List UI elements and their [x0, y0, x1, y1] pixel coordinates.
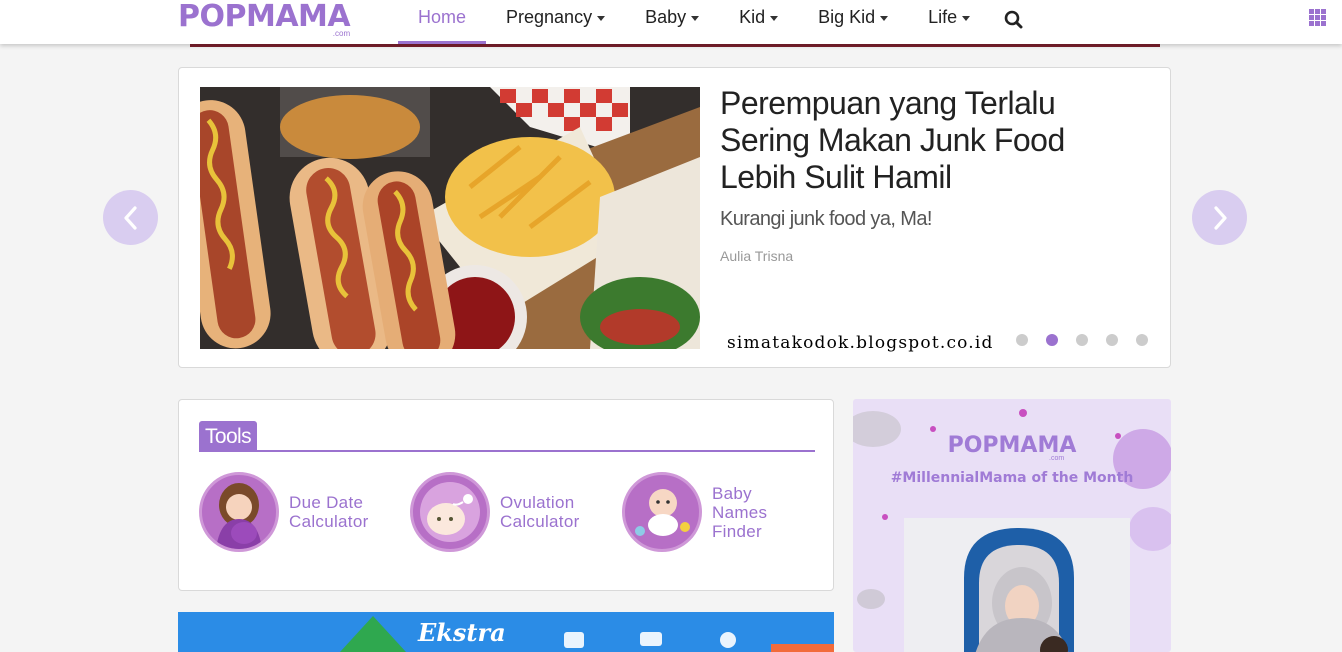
main-nav: Home Pregnancy Baby Kid Big Kid Life	[398, 0, 990, 44]
baby-icon	[622, 472, 702, 552]
caret-down-icon	[962, 16, 971, 21]
nav-pregnancy-label: Pregnancy	[506, 7, 593, 27]
nav-life-label: Life	[928, 7, 958, 27]
tool-due-date-calculator[interactable]: Due Date Calculator	[199, 472, 369, 552]
featured-slider: Perempuan yang Terlalu Sering Makan Junk…	[178, 67, 1171, 368]
caret-down-icon	[880, 16, 889, 21]
nav-item-baby[interactable]: Baby	[625, 0, 719, 44]
caret-down-icon	[691, 16, 700, 21]
slider-dot-5[interactable]	[1136, 334, 1148, 346]
grid-menu-button[interactable]	[1309, 9, 1326, 26]
chevron-left-icon	[123, 205, 137, 230]
watermark-text: simatakodok.blogspot.co.id	[727, 333, 994, 353]
tool-label-line: Calculator	[500, 512, 580, 531]
slider-dot-1[interactable]	[1016, 334, 1028, 346]
banner-text: Ekstra	[418, 618, 506, 647]
tool-label-line: Names	[712, 502, 768, 522]
logo-text: POPMAMA	[178, 0, 351, 34]
slider-dot-2[interactable]	[1046, 334, 1058, 346]
logo-domain: .com	[332, 29, 351, 38]
caret-down-icon	[770, 16, 779, 21]
mother-child-photo	[904, 518, 1130, 652]
tool-label-line: Finder	[712, 521, 762, 541]
tool-ovulation-calculator[interactable]: Ovulation Calculator	[410, 472, 580, 552]
promo-banner[interactable]: Ekstra	[178, 612, 834, 652]
nav-item-pregnancy[interactable]: Pregnancy	[486, 0, 625, 44]
caret-down-icon	[597, 16, 606, 21]
grid-menu-icon	[1309, 9, 1314, 14]
slider-dot-4[interactable]	[1106, 334, 1118, 346]
slide-title[interactable]: Perempuan yang Terlalu Sering Makan Junk…	[720, 85, 1120, 196]
tools-heading: Tools	[199, 421, 258, 452]
tools-underline	[199, 450, 815, 452]
tool-label-line: Due Date	[289, 493, 364, 512]
millennial-mama-ad[interactable]: POPMAMA .com #MillennialMama of the Mont…	[853, 399, 1171, 652]
promo-graphics	[340, 616, 834, 652]
slider-next-button[interactable]	[1192, 190, 1247, 245]
egg-sperm-icon	[410, 472, 490, 552]
tool-label: Ovulation Calculator	[500, 493, 580, 531]
tool-baby-names-finder[interactable]: Baby Names Finder	[622, 472, 767, 552]
slider-pagination	[1016, 334, 1148, 346]
popmama-logo[interactable]: POPMAMA .com	[178, 0, 351, 39]
slider-dot-3[interactable]	[1076, 334, 1088, 346]
search-button[interactable]	[1002, 8, 1026, 32]
pregnant-mother-icon	[199, 472, 279, 552]
slide-author[interactable]: Aulia Trisna	[720, 248, 793, 264]
ad-logo-domain: .com	[1049, 455, 1065, 462]
top-navbar: POPMAMA .com Home Pregnancy Baby Kid Big…	[0, 0, 1342, 44]
ad-logo: POPMAMA	[947, 433, 1077, 458]
header-divider	[190, 44, 1160, 47]
tool-label: Due Date Calculator	[289, 493, 369, 531]
nav-kid-label: Kid	[739, 7, 766, 27]
chevron-right-icon	[1213, 205, 1227, 230]
tool-label: Baby Names Finder	[712, 484, 767, 541]
nav-item-home[interactable]: Home	[398, 0, 487, 44]
tool-label-line: Ovulation	[500, 493, 575, 512]
tool-label-line: Calculator	[289, 512, 369, 531]
slide-subtitle: Kurangi junk food ya, Ma!	[720, 208, 932, 230]
search-icon	[1004, 10, 1023, 29]
nav-baby-label: Baby	[645, 7, 687, 27]
tool-label-line: Baby	[712, 483, 752, 503]
nav-item-kid[interactable]: Kid	[719, 0, 798, 44]
junk-food-photo	[200, 87, 700, 349]
nav-item-life[interactable]: Life	[908, 0, 990, 44]
tools-section: Tools Due Date Calculator Ovulation Calc…	[178, 399, 834, 591]
nav-home-label: Home	[418, 7, 467, 27]
nav-big-kid-label: Big Kid	[818, 7, 876, 27]
slider-prev-button[interactable]	[103, 190, 158, 245]
slide-image[interactable]	[200, 87, 700, 349]
ad-tagline: #MillennialMama of the Month	[890, 470, 1134, 486]
nav-item-big-kid[interactable]: Big Kid	[798, 0, 908, 44]
